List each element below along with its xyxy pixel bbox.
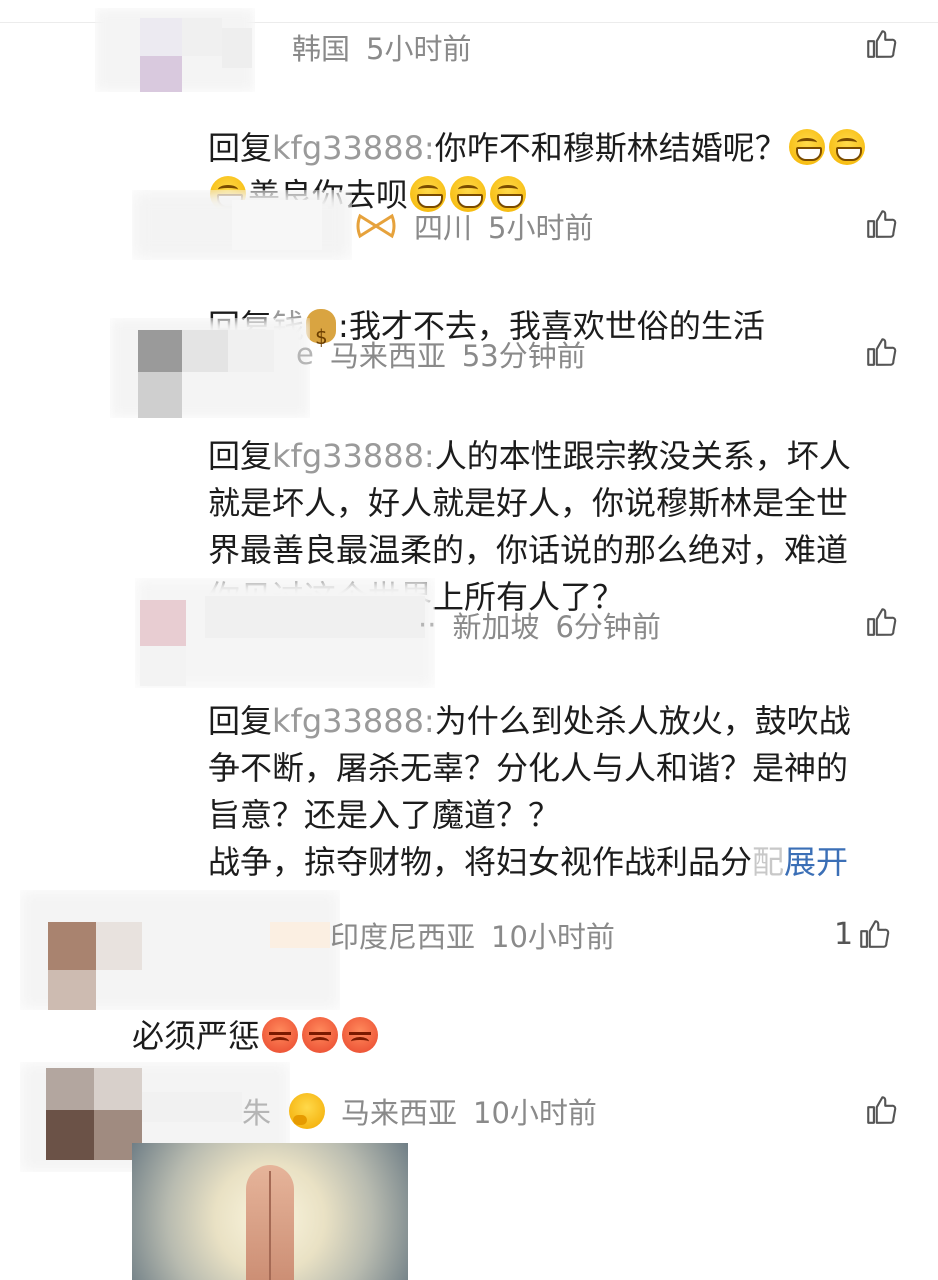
thumbs-up-icon bbox=[867, 338, 897, 366]
thumbs-up-icon bbox=[867, 1096, 897, 1124]
avatar[interactable] bbox=[132, 190, 352, 260]
like-button[interactable] bbox=[864, 602, 898, 642]
reply-target-username[interactable]: kfg33888: bbox=[272, 129, 435, 167]
comment-text-line: 人的本性跟宗教没关系，坏人 bbox=[434, 437, 851, 475]
timestamp: 10小时前 bbox=[491, 920, 615, 954]
comment-meta: e 马来西亚 53分钟前 bbox=[296, 333, 602, 375]
location: 新加坡 bbox=[452, 610, 540, 644]
thinking-emoji-icon bbox=[289, 1093, 326, 1129]
like-button[interactable] bbox=[864, 1090, 898, 1130]
grin-emoji-icon bbox=[828, 129, 865, 165]
comment-text: 回复kfg33888:为什么到处杀人放火，鼓吹战争不断，屠杀无辜？分化人与人和谐… bbox=[208, 651, 918, 886]
timestamp: 6分钟前 bbox=[555, 610, 661, 644]
angry-emoji-icon bbox=[342, 1017, 379, 1053]
username-tail[interactable]: 朱 bbox=[242, 1090, 271, 1132]
thumbs-up-icon bbox=[867, 30, 897, 58]
location: 马来西亚 bbox=[341, 1096, 458, 1130]
like-count: 1 bbox=[834, 916, 854, 952]
comment-text-line: 争不断，屠杀无辜？分化人与人和谐？是神的 bbox=[208, 749, 849, 787]
reply-prefix: 回复 bbox=[208, 437, 273, 475]
reply-prefix: 回复 bbox=[208, 129, 273, 167]
username-tail[interactable]: ·· bbox=[418, 608, 436, 642]
reply-target-username[interactable]: kfg33888: bbox=[272, 437, 435, 475]
comment-text-line: 必须严惩 bbox=[132, 1017, 261, 1055]
timestamp: 5小时前 bbox=[488, 211, 594, 245]
comment-image[interactable] bbox=[132, 1143, 408, 1280]
praying-hands-illustration bbox=[246, 1165, 294, 1280]
comment-text-line: 为什么到处杀人放火，鼓吹战 bbox=[434, 702, 851, 740]
timestamp: 5小时前 bbox=[366, 32, 472, 66]
comment-text-line: 你咋不和穆斯林结婚呢？ bbox=[434, 129, 787, 167]
comment-meta: ·· 新加坡 6分钟前 bbox=[418, 604, 677, 646]
expand-link[interactable]: 展开 bbox=[784, 843, 848, 881]
truncated-text: 配 bbox=[752, 843, 785, 881]
comment-meta: 四川 5小时前 bbox=[352, 205, 609, 247]
grin-emoji-icon bbox=[788, 129, 825, 165]
like-button[interactable] bbox=[864, 24, 898, 64]
angry-emoji-icon bbox=[262, 1017, 299, 1053]
like-button[interactable]: 1 bbox=[834, 914, 891, 954]
thumbs-up-icon bbox=[860, 920, 890, 948]
thumbs-up-icon bbox=[867, 608, 897, 636]
reply-target-username[interactable]: kfg33888: bbox=[272, 702, 435, 740]
username-tail[interactable]: e bbox=[296, 337, 314, 371]
timestamp: 10小时前 bbox=[473, 1096, 597, 1130]
comment-text-line: 战争，掠夺财物，将妇女视作战利品分 bbox=[208, 843, 753, 881]
reply-prefix: 回复 bbox=[208, 702, 273, 740]
comment-text-line: 旨意？还是入了魔道？？ bbox=[208, 796, 561, 834]
like-button[interactable] bbox=[864, 204, 898, 244]
bow-icon bbox=[354, 212, 398, 240]
like-button[interactable] bbox=[864, 332, 898, 372]
comment-meta: 韩国 5小时前 bbox=[292, 26, 487, 68]
thumbs-up-icon bbox=[867, 210, 897, 238]
comment-text-line: 就是坏人，好人就是好人，你说穆斯林是全世 bbox=[208, 484, 849, 522]
comment-text: 必须严惩 bbox=[132, 966, 832, 1060]
location: 四川 bbox=[414, 211, 473, 245]
location: 马来西亚 bbox=[329, 339, 446, 373]
comment-meta: 朱 马来西亚 10小时前 bbox=[242, 1090, 613, 1132]
angry-emoji-icon bbox=[302, 1017, 339, 1053]
comment-thread: 韩国 5小时前 回复kfg33888:你咋不和穆斯林结婚呢？善良你去呗 四川 5… bbox=[0, 0, 938, 1280]
location: 印度尼西亚 bbox=[330, 920, 476, 954]
comment-text-line: 界最善良最温柔的，你话说的那么绝对，难道 bbox=[208, 531, 849, 569]
comment-meta: 印度尼西亚 10小时前 bbox=[330, 914, 631, 956]
location: 韩国 bbox=[292, 32, 351, 66]
timestamp: 53分钟前 bbox=[461, 339, 586, 373]
